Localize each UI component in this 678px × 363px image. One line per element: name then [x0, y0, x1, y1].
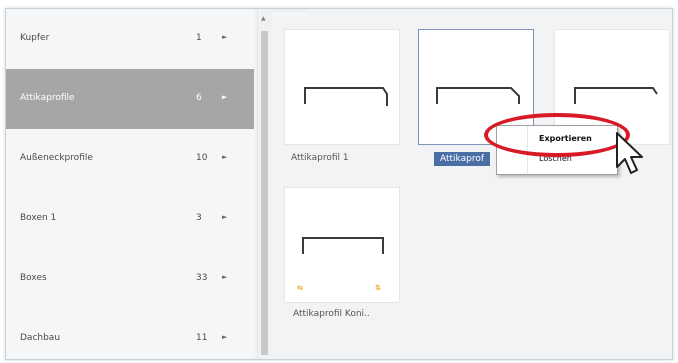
- category-count: 33: [196, 273, 208, 283]
- category-item-attikaprofile[interactable]: Attikaprofile 6 ►: [6, 69, 254, 129]
- category-label: Boxen 1: [20, 213, 57, 223]
- category-item-dachbau[interactable]: Dachbau 11 ►: [6, 309, 254, 359]
- category-count: 10: [196, 153, 208, 163]
- category-label: Außeneckprofile: [20, 153, 93, 163]
- category-label: Dachbau: [20, 333, 61, 343]
- profile-grid: Attikaprofil 1 Attikaprof ⇆ ⇅ Attikaprof…: [271, 9, 672, 359]
- menu-item-export[interactable]: Exportieren: [539, 134, 592, 143]
- arrow-cursor-icon: [616, 132, 643, 174]
- dimension-marker-icon: ⇅: [375, 284, 381, 292]
- chevron-right-icon: ►: [222, 273, 228, 281]
- product-catalog-window: Kupfer 1 ► Attikaprofile 6 ► Außeneckpro…: [5, 8, 673, 360]
- profile-shape-icon: [304, 87, 388, 106]
- category-count: 1: [196, 33, 202, 43]
- profile-tile[interactable]: [284, 29, 400, 145]
- scroll-up-icon[interactable]: ▲: [261, 15, 266, 22]
- chevron-right-icon: ►: [222, 333, 228, 341]
- category-count: 6: [196, 93, 202, 103]
- chevron-right-icon: ►: [222, 213, 228, 221]
- chevron-right-icon: ►: [222, 93, 228, 101]
- category-item-kupfer[interactable]: Kupfer 1 ►: [6, 9, 254, 69]
- profile-caption-selected[interactable]: Attikaprof: [434, 152, 491, 166]
- category-item-boxen-1[interactable]: Boxen 1 3 ►: [6, 189, 254, 249]
- vertical-scrollbar[interactable]: ▲: [257, 9, 271, 359]
- chevron-right-icon: ►: [222, 153, 228, 161]
- menu-icon-gutter: [527, 126, 528, 174]
- profile-caption[interactable]: Attikaprofil 1: [291, 153, 349, 163]
- category-label: Boxes: [20, 273, 47, 283]
- category-count: 3: [196, 213, 202, 223]
- category-label: Kupfer: [20, 33, 50, 43]
- chevron-right-icon: ►: [222, 33, 228, 41]
- profile-caption[interactable]: Attikaprofil Koni..: [293, 309, 370, 319]
- category-item-ausseneckprofile[interactable]: Außeneckprofile 10 ►: [6, 129, 254, 189]
- category-item-boxes[interactable]: Boxes 33 ►: [6, 249, 254, 309]
- context-menu: Exportieren Löschen: [496, 125, 618, 175]
- category-sidebar: Kupfer 1 ► Attikaprofile 6 ► Außeneckpro…: [6, 9, 254, 359]
- category-count: 11: [196, 333, 208, 343]
- scrollbar-thumb[interactable]: [261, 31, 268, 355]
- menu-item-delete[interactable]: Löschen: [539, 154, 572, 163]
- category-label: Attikaprofile: [20, 93, 75, 103]
- profile-tile[interactable]: ⇆ ⇅: [284, 187, 400, 303]
- dimension-marker-icon: ⇆: [297, 284, 303, 292]
